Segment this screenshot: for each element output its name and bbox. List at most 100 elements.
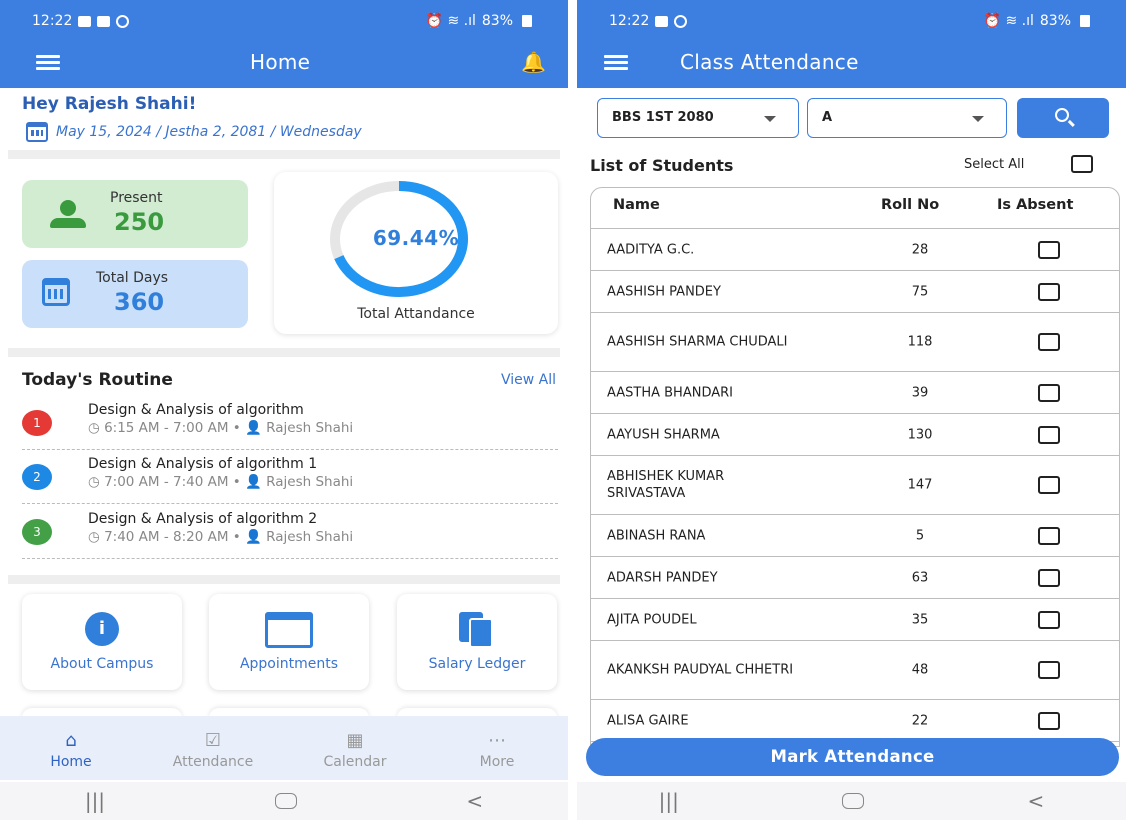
routine-item[interactable]: 1 Design & Analysis of algorithm ◷ 6:15 AM… [22, 402, 558, 450]
absent-checkbox[interactable] [1038, 383, 1060, 402]
separator-dot: • [228, 529, 246, 545]
absent-checkbox[interactable] [1038, 240, 1060, 259]
attendance-percent: 69.44% [372, 226, 460, 250]
chevron-down-icon [764, 116, 776, 122]
absent-checkbox[interactable] [1038, 526, 1060, 545]
salary-ledger-tile[interactable]: Salary Ledger [397, 594, 557, 690]
col-roll: Roll No [881, 197, 940, 213]
select-all-checkbox[interactable] [1071, 155, 1093, 173]
recents-button[interactable]: ||| [659, 789, 679, 813]
nav-calendar[interactable]: ▦ Calendar [295, 730, 415, 770]
clock-icon: ◷ [88, 420, 105, 436]
section-select[interactable]: A [807, 98, 1007, 138]
select-all-label: Select All [964, 157, 1025, 172]
date-line: May 15, 2024 / Jestha 2, 2081 / Wednesda… [26, 122, 362, 142]
student-roll: 147 [907, 477, 933, 493]
app-bar: 12:22 ⏰ ≋ .ıl 83% Home 🔔 [0, 0, 568, 88]
student-roll: 118 [907, 334, 933, 350]
class-select[interactable]: BBS 1ST 2080 [597, 98, 799, 138]
battery-icon [1080, 15, 1090, 27]
whatsapp-icon [116, 14, 130, 28]
present-value: 250 [114, 208, 165, 236]
routine-meta: ◷ 7:00 AM - 7:40 AM • 👤 Rajesh Shahi [88, 474, 353, 490]
calendar-icon [265, 612, 313, 648]
battery-percent: 83% [1039, 13, 1071, 29]
total-days-card[interactable]: Total Days 360 [22, 260, 248, 328]
system-home-button[interactable] [842, 793, 865, 809]
bottom-nav: ⌂ Home ☑ Attendance ▦ Calendar ⋯ More [0, 716, 568, 780]
system-nav-bar: ||| < [577, 782, 1126, 820]
about-campus-tile[interactable]: i About Campus [22, 594, 182, 690]
status-bar: 12:22 ⏰ ≋ .ıl 83% [32, 10, 532, 32]
home-screen: 12:22 ⏰ ≋ .ıl 83% Home 🔔 Hey Rajesh Shah… [0, 0, 568, 820]
about-campus-label: About Campus [50, 656, 154, 672]
absent-checkbox[interactable] [1038, 476, 1060, 494]
class-select-value: BBS 1ST 2080 [612, 110, 714, 125]
absent-checkbox[interactable] [1038, 282, 1060, 301]
notification-bell-icon[interactable]: 🔔 [521, 50, 546, 74]
nav-home[interactable]: ⌂ Home [11, 730, 131, 770]
routine-item[interactable]: 3 Design & Analysis of algorithm 2 ◷ 7:40 … [22, 511, 558, 559]
student-roll: 5 [915, 528, 925, 543]
more-icon: ⋯ [488, 730, 506, 751]
routine-number-badge: 2 [22, 464, 52, 490]
table-header: Name Roll No Is Absent [591, 188, 1119, 229]
attendance-card[interactable]: 69.44% Total Attandance [274, 172, 558, 334]
absent-checkbox[interactable] [1038, 568, 1060, 587]
nav-attendance[interactable]: ☑ Attendance [153, 730, 273, 770]
student-roll: 22 [911, 713, 929, 728]
recents-button[interactable]: ||| [85, 789, 105, 813]
table-row: ABHISHEK KUMAR SRIVASTAVA 147 [591, 456, 1119, 515]
system-home-button[interactable] [274, 793, 297, 809]
divider [8, 348, 560, 357]
student-roll: 63 [911, 570, 929, 585]
person-icon [48, 200, 88, 228]
student-name: ADARSH PANDEY [607, 570, 718, 585]
greeting: Hey Rajesh Shahi! [22, 94, 197, 114]
checkbox-icon: ☑ [204, 730, 222, 751]
student-roll: 48 [911, 662, 929, 678]
student-name: AASHISH PANDEY [607, 284, 721, 299]
routine-item[interactable]: 2 Design & Analysis of algorithm 1 ◷ 7:00 … [22, 456, 558, 504]
person-icon: 👤 [245, 529, 267, 545]
absent-checkbox[interactable] [1038, 425, 1060, 444]
student-name: ALISA GAIRE [607, 713, 689, 728]
back-button[interactable]: < [1028, 789, 1045, 813]
mark-attendance-button[interactable]: Mark Attendance [586, 738, 1119, 776]
view-all-link[interactable]: View All [501, 372, 556, 388]
menu-icon[interactable] [604, 55, 628, 70]
routine-number-badge: 3 [22, 519, 52, 545]
battery-percent: 83% [481, 13, 513, 29]
attendance-screen: 12:22 ⏰ ≋ .ıl 83% Class Attendance BBS 1… [577, 0, 1126, 820]
clock-icon: ◷ [88, 529, 105, 545]
student-name: AASHISH SHARMA CHUDALI [607, 334, 788, 350]
routine-teacher: Rajesh Shahi [266, 420, 354, 436]
present-card[interactable]: Present 250 [22, 180, 248, 248]
absent-checkbox[interactable] [1038, 711, 1060, 730]
search-button[interactable] [1017, 98, 1109, 138]
nav-more[interactable]: ⋯ More [437, 730, 557, 770]
student-roll: 28 [911, 242, 929, 257]
calendar-icon [26, 122, 48, 142]
back-button[interactable]: < [466, 789, 483, 813]
student-name: AAYUSH SHARMA [607, 427, 720, 442]
status-time: 12:22 [609, 13, 650, 29]
students-table: Name Roll No Is Absent AADITYA G.C. 28 AAS… [590, 187, 1120, 747]
attendance-label: Total Attandance [357, 306, 475, 322]
absent-checkbox[interactable] [1038, 610, 1060, 629]
appointments-tile[interactable]: Appointments [209, 594, 369, 690]
menu-icon[interactable] [36, 55, 60, 70]
routine-teacher: Rajesh Shahi [266, 529, 354, 545]
student-name: AADITYA G.C. [607, 242, 695, 257]
table-row: ABINASH RANA 5 [591, 515, 1119, 557]
list-title: List of Students [590, 156, 734, 175]
appointments-label: Appointments [239, 656, 339, 672]
absent-checkbox[interactable] [1038, 661, 1060, 679]
person-icon: 👤 [245, 420, 267, 436]
routine-teacher: Rajesh Shahi [266, 474, 354, 490]
student-roll: 35 [911, 612, 929, 627]
home-icon: ⌂ [65, 730, 77, 751]
table-row: ALISA GAIRE 22 [591, 700, 1119, 742]
separator-dot: • [228, 420, 246, 436]
absent-checkbox[interactable] [1038, 333, 1060, 351]
